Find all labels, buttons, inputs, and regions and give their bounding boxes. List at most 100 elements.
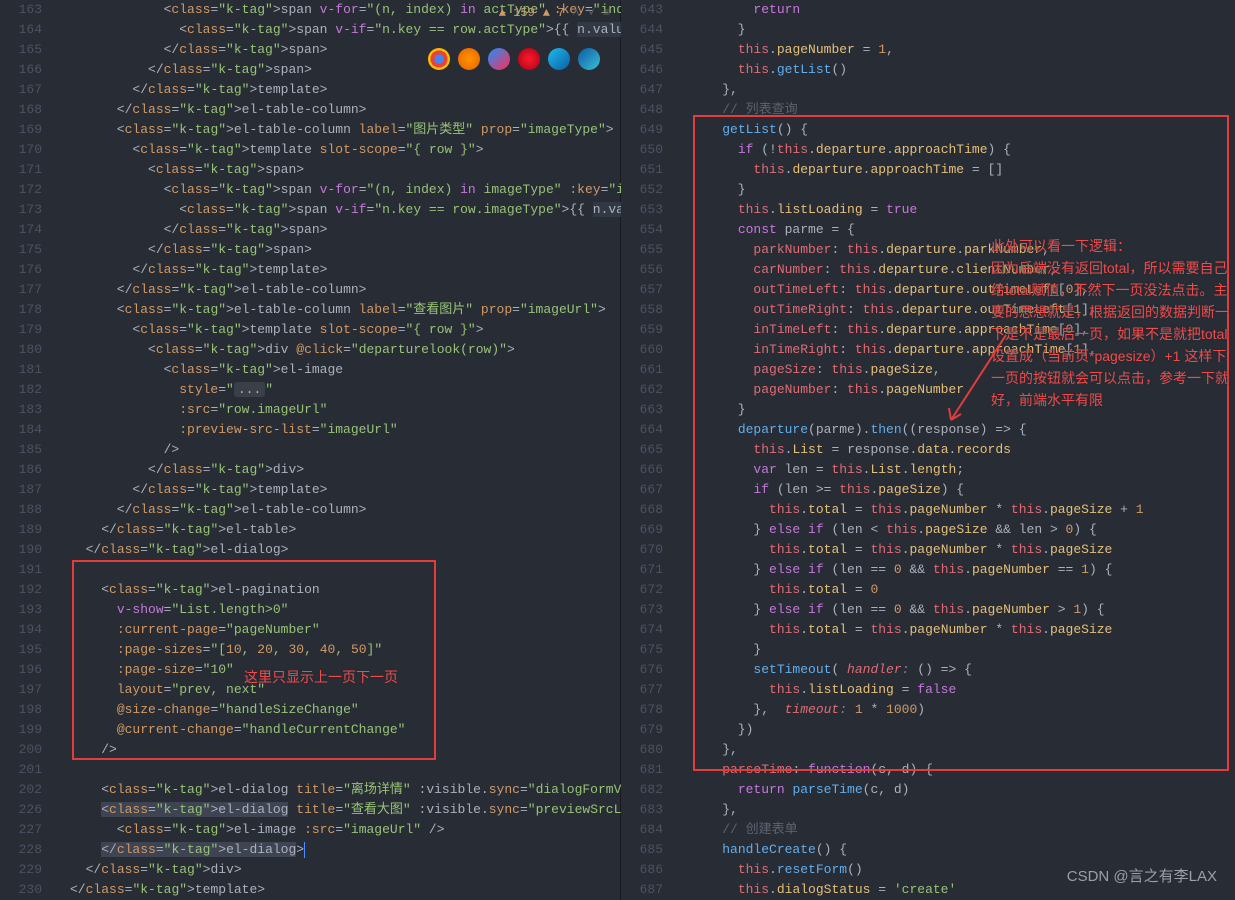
code-line[interactable]: this.listLoading = true: [691, 200, 1235, 220]
code-line[interactable]: inTimeLeft: this.departure.approachTime[…: [691, 320, 1235, 340]
code-line[interactable]: parseTime: function(c, d) {: [691, 760, 1235, 780]
inspection-bar[interactable]: ▲ 159 ▲ 7 ˄ ˅ ≡: [499, 6, 610, 20]
code-line[interactable]: this.total = this.pageNumber * this.page…: [691, 500, 1235, 520]
code-line[interactable]: } else if (len == 0 && this.pageNumber =…: [691, 560, 1235, 580]
code-line[interactable]: }): [691, 720, 1235, 740]
code-line[interactable]: // 创建表单: [691, 820, 1235, 840]
right-pane[interactable]: 6436446456466476486496506516526536546556…: [621, 0, 1235, 900]
code-line[interactable]: setTimeout( handler: () => {: [691, 660, 1235, 680]
code-line[interactable]: <class="k-tag">span v-if="n.key == row.i…: [70, 200, 620, 220]
code-line[interactable]: @size-change="handleSizeChange": [70, 700, 620, 720]
code-line[interactable]: parkNumber: this.departure.parkNumber,: [691, 240, 1235, 260]
code-line[interactable]: </class="k-tag">el-table-column>: [70, 100, 620, 120]
line-number: 674: [621, 620, 673, 640]
code-line[interactable]: :current-page="pageNumber": [70, 620, 620, 640]
code-line[interactable]: const parme = {: [691, 220, 1235, 240]
code-line[interactable]: this.resetForm(): [691, 860, 1235, 880]
code-line[interactable]: <class="k-tag">el-table-column label="查看…: [70, 300, 620, 320]
chevron-down-icon[interactable]: ˅: [588, 6, 595, 20]
code-line[interactable]: if (len >= this.pageSize) {: [691, 480, 1235, 500]
code-line[interactable]: <class="k-tag">div @click="departurelook…: [70, 340, 620, 360]
code-line[interactable]: pageSize: this.pageSize,: [691, 360, 1235, 380]
code-line[interactable]: </class="k-tag">template>: [70, 260, 620, 280]
code-line[interactable]: this.departure.approachTime = []: [691, 160, 1235, 180]
left-pane[interactable]: 1631641651661671681691701711721731741751…: [0, 0, 621, 900]
code-line[interactable]: this.List = response.data.records: [691, 440, 1235, 460]
fold-column-left[interactable]: [52, 0, 70, 900]
code-line[interactable]: },: [691, 800, 1235, 820]
code-line[interactable]: </class="k-tag">el-table-column>: [70, 500, 620, 520]
code-line[interactable]: style="...": [70, 380, 620, 400]
code-line[interactable]: />: [70, 440, 620, 460]
code-line[interactable]: :preview-src-list="imageUrl": [70, 420, 620, 440]
code-line[interactable]: this.getList(): [691, 60, 1235, 80]
menu-icon[interactable]: ≡: [603, 6, 610, 20]
code-line[interactable]: getList() {: [691, 120, 1235, 140]
code-line[interactable]: <class="k-tag">el-dialog title="查看大图" :v…: [70, 800, 620, 820]
code-line[interactable]: </class="k-tag">div>: [70, 860, 620, 880]
chevron-up-icon[interactable]: ˄: [572, 6, 579, 20]
code-line[interactable]: var len = this.List.length;: [691, 460, 1235, 480]
line-number: 175: [0, 240, 52, 260]
line-number: 646: [621, 60, 673, 80]
code-line[interactable]: </class="k-tag">el-dialog>: [70, 540, 620, 560]
code-line[interactable]: </class="k-tag">span>: [70, 240, 620, 260]
code-line[interactable]: }: [691, 400, 1235, 420]
code-line[interactable]: if (!this.departure.approachTime) {: [691, 140, 1235, 160]
code-line[interactable]: </class="k-tag">template>: [70, 80, 620, 100]
code-line[interactable]: <class="k-tag">template slot-scope="{ ro…: [70, 140, 620, 160]
code-line[interactable]: :src="row.imageUrl": [70, 400, 620, 420]
code-line[interactable]: } else if (len < this.pageSize && len > …: [691, 520, 1235, 540]
code-line[interactable]: <class="k-tag">el-image :src="imageUrl" …: [70, 820, 620, 840]
code-line[interactable]: departure(parme).then((response) => {: [691, 420, 1235, 440]
code-line[interactable]: outTimeRight: this.departure.outTimeLeft…: [691, 300, 1235, 320]
code-line[interactable]: this.dialogStatus = 'create': [691, 880, 1235, 900]
code-line[interactable]: this.total = this.pageNumber * this.page…: [691, 620, 1235, 640]
code-line[interactable]: return: [691, 0, 1235, 20]
code-line[interactable]: :page-size="10": [70, 660, 620, 680]
code-line[interactable]: </class="k-tag">div>: [70, 460, 620, 480]
code-line[interactable]: [70, 560, 620, 580]
code-line[interactable]: },: [691, 740, 1235, 760]
code-line[interactable]: v-show="List.length>0": [70, 600, 620, 620]
code-line[interactable]: <class="k-tag">el-dialog title="离场详情" :v…: [70, 780, 620, 800]
code-line[interactable]: <class="k-tag">span v-if="n.key == row.a…: [70, 20, 620, 40]
code-line[interactable]: handleCreate() {: [691, 840, 1235, 860]
code-line[interactable]: <class="k-tag">el-table-column label="图片…: [70, 120, 620, 140]
code-line[interactable]: pageNumber: this.pageNumber: [691, 380, 1235, 400]
code-line[interactable]: <class="k-tag">el-image: [70, 360, 620, 380]
code-line[interactable]: </class="k-tag">el-dialog>: [70, 840, 620, 860]
code-line[interactable]: }: [691, 640, 1235, 660]
code-line[interactable]: [70, 760, 620, 780]
code-line[interactable]: }: [691, 180, 1235, 200]
code-left[interactable]: <class="k-tag">span v-for="(n, index) in…: [70, 0, 620, 900]
code-line[interactable]: outTimeLeft: this.departure.outTimeLeft[…: [691, 280, 1235, 300]
code-line[interactable]: inTimeRight: this.departure.approachTime…: [691, 340, 1235, 360]
code-line[interactable]: },: [691, 80, 1235, 100]
code-line[interactable]: <class="k-tag">template slot-scope="{ ro…: [70, 320, 620, 340]
code-right[interactable]: return } this.pageNumber = 1, this.getLi…: [691, 0, 1235, 900]
code-line[interactable]: this.total = this.pageNumber * this.page…: [691, 540, 1235, 560]
code-line[interactable]: </class="k-tag">span>: [70, 220, 620, 240]
code-line[interactable]: @current-change="handleCurrentChange": [70, 720, 620, 740]
code-line[interactable]: </class="k-tag">el-table-column>: [70, 280, 620, 300]
code-line[interactable]: this.total = 0: [691, 580, 1235, 600]
code-line[interactable]: <class="k-tag">span v-for="(n, index) in…: [70, 180, 620, 200]
code-line[interactable]: :page-sizes="[10, 20, 30, 40, 50]": [70, 640, 620, 660]
code-line[interactable]: <class="k-tag">span>: [70, 160, 620, 180]
code-line[interactable]: // 列表查询: [691, 100, 1235, 120]
code-line[interactable]: return parseTime(c, d): [691, 780, 1235, 800]
code-line[interactable]: />: [70, 740, 620, 760]
code-line[interactable]: }: [691, 20, 1235, 40]
code-line[interactable]: }, timeout: 1 * 1000): [691, 700, 1235, 720]
code-line[interactable]: <class="k-tag">el-pagination: [70, 580, 620, 600]
code-line[interactable]: layout="prev, next": [70, 680, 620, 700]
code-line[interactable]: </class="k-tag">template>: [70, 480, 620, 500]
code-line[interactable]: this.listLoading = false: [691, 680, 1235, 700]
fold-column-right[interactable]: [673, 0, 691, 900]
code-line[interactable]: </class="k-tag">template>: [70, 880, 620, 900]
code-line[interactable]: carNumber: this.departure.clientNumber,: [691, 260, 1235, 280]
code-line[interactable]: this.pageNumber = 1,: [691, 40, 1235, 60]
code-line[interactable]: } else if (len == 0 && this.pageNumber >…: [691, 600, 1235, 620]
code-line[interactable]: </class="k-tag">el-table>: [70, 520, 620, 540]
